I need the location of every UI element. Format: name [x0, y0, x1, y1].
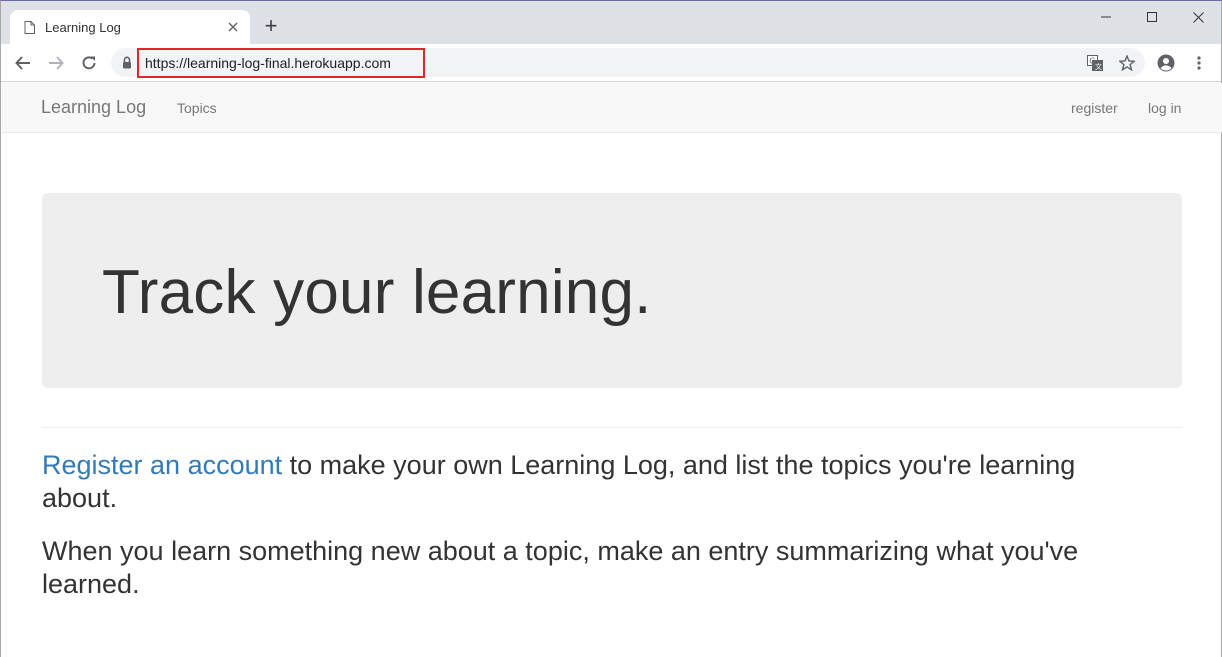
svg-text:文: 文 [1095, 62, 1102, 71]
forward-arrow-icon[interactable] [45, 52, 67, 74]
translate-icon[interactable]: G 文 [1085, 53, 1105, 73]
browser-tab[interactable]: Learning Log [10, 10, 250, 44]
profile-icon[interactable] [1156, 53, 1176, 73]
page-title: Track your learning. [102, 258, 652, 327]
register-account-link[interactable]: Register an account [42, 450, 282, 480]
address-bar-highlight[interactable]: https://learning-log-final.herokuapp.com [137, 48, 425, 78]
tab-strip: Learning Log + [1, 1, 1221, 44]
brand-link[interactable]: Learning Log [41, 97, 146, 118]
close-window-icon[interactable] [1175, 5, 1221, 29]
entry-paragraph: When you learn something new about a top… [42, 536, 1079, 599]
nav-login-link[interactable]: log in [1148, 100, 1181, 116]
close-tab-icon[interactable] [225, 19, 241, 35]
new-tab-button[interactable]: + [261, 15, 281, 37]
maximize-icon[interactable] [1129, 5, 1175, 29]
nav-topics-link[interactable]: Topics [177, 100, 217, 116]
tab-title: Learning Log [45, 19, 121, 35]
address-url[interactable]: https://learning-log-final.herokuapp.com [145, 55, 391, 71]
site-navbar: Learning Log Topics register log in [2, 83, 1222, 133]
nav-register-link[interactable]: register [1071, 100, 1118, 116]
browser-window: Learning Log + https://learning-log-fina… [0, 0, 1222, 657]
jumbotron: Track your learning. [42, 193, 1182, 388]
divider [42, 427, 1182, 428]
more-menu-icon[interactable] [1189, 53, 1209, 73]
page-icon [24, 20, 35, 34]
minimize-icon[interactable] [1083, 5, 1129, 29]
bookmark-star-icon[interactable] [1117, 53, 1137, 73]
lock-icon [123, 56, 131, 69]
back-arrow-icon[interactable] [12, 52, 34, 74]
intro-paragraph: Register an account to make your own Lea… [42, 449, 1142, 515]
reload-icon[interactable] [78, 52, 100, 74]
